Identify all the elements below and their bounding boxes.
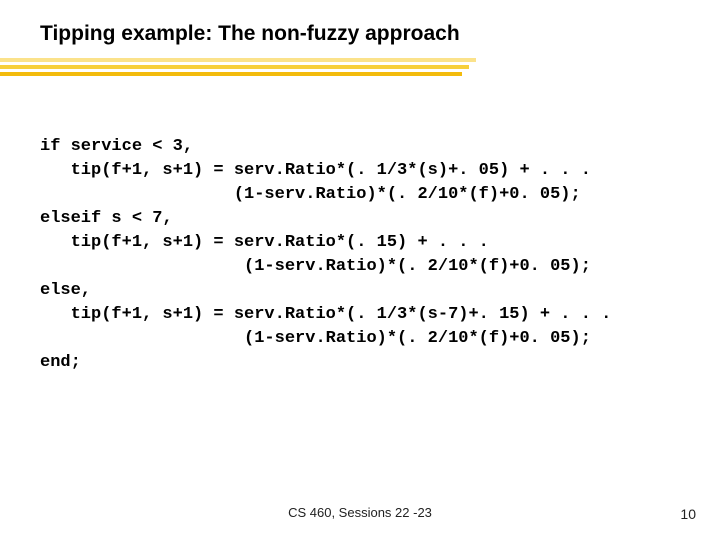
- slide-footer: CS 460, Sessions 22 -23: [0, 505, 720, 520]
- code-line: else,: [40, 281, 91, 300]
- code-block: if service < 3, tip(f+1, s+1) = serv.Rat…: [40, 135, 611, 375]
- slide-title: Tipping example: The non-fuzzy approach: [40, 22, 460, 46]
- underline-bar-3: [0, 72, 462, 76]
- code-line: tip(f+1, s+1) = serv.Ratio*(. 15) + . . …: [40, 233, 489, 252]
- slide: Tipping example: The non-fuzzy approach …: [0, 0, 720, 540]
- code-line: (1-serv.Ratio)*(. 2/10*(f)+0. 05);: [40, 329, 591, 348]
- code-line: tip(f+1, s+1) = serv.Ratio*(. 1/3*(s-7)+…: [40, 305, 611, 324]
- code-line: end;: [40, 353, 81, 372]
- underline-bar-1: [0, 58, 476, 62]
- code-line: (1-serv.Ratio)*(. 2/10*(f)+0. 05);: [40, 257, 591, 276]
- underline-bar-2: [0, 65, 469, 69]
- page-number: 10: [680, 506, 696, 522]
- title-underline: [0, 58, 480, 79]
- code-line: tip(f+1, s+1) = serv.Ratio*(. 1/3*(s)+. …: [40, 161, 591, 180]
- code-line: elseif s < 7,: [40, 209, 173, 228]
- code-line: if service < 3,: [40, 137, 193, 156]
- code-line: (1-serv.Ratio)*(. 2/10*(f)+0. 05);: [40, 185, 581, 204]
